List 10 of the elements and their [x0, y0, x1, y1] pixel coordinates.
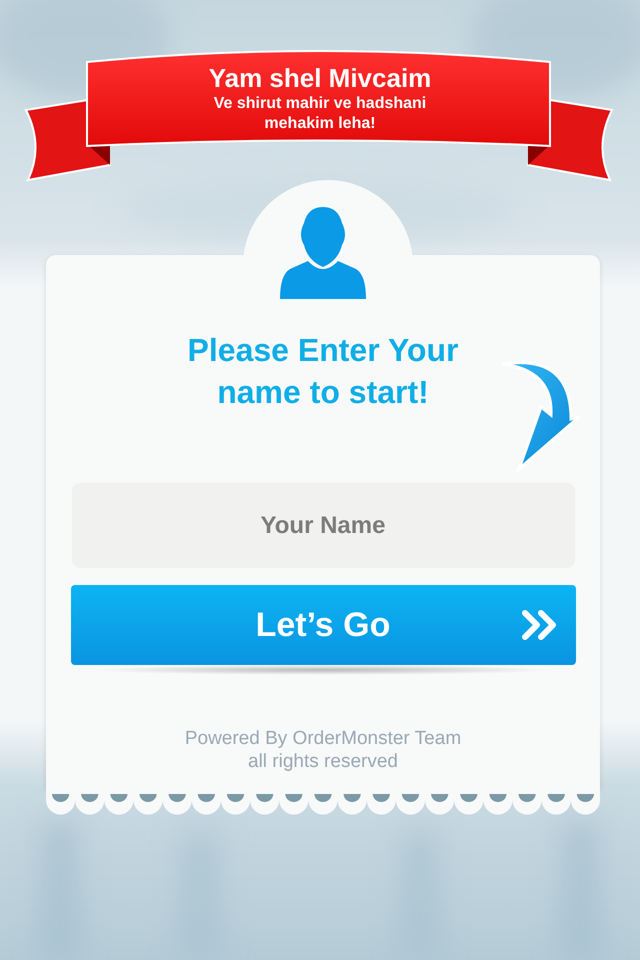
footer-text: Powered By OrderMonster Team	[184, 727, 462, 750]
double-chevron-icon	[522, 610, 558, 640]
lets-go-button[interactable]: Let’s Go	[70, 585, 576, 665]
banner-subtitle: Ve shirut mahir ve hadshani mehakim leha!	[212, 94, 428, 134]
banner-title: Yam shel Mivcaim	[208, 62, 432, 94]
person-icon	[278, 205, 368, 299]
prompt-heading: Please Enter Your name to start!	[186, 331, 460, 412]
curved-arrow-icon	[501, 359, 581, 474]
name-input-field[interactable]: Your Name	[72, 483, 574, 568]
footer-text: all rights reserved	[248, 750, 398, 773]
